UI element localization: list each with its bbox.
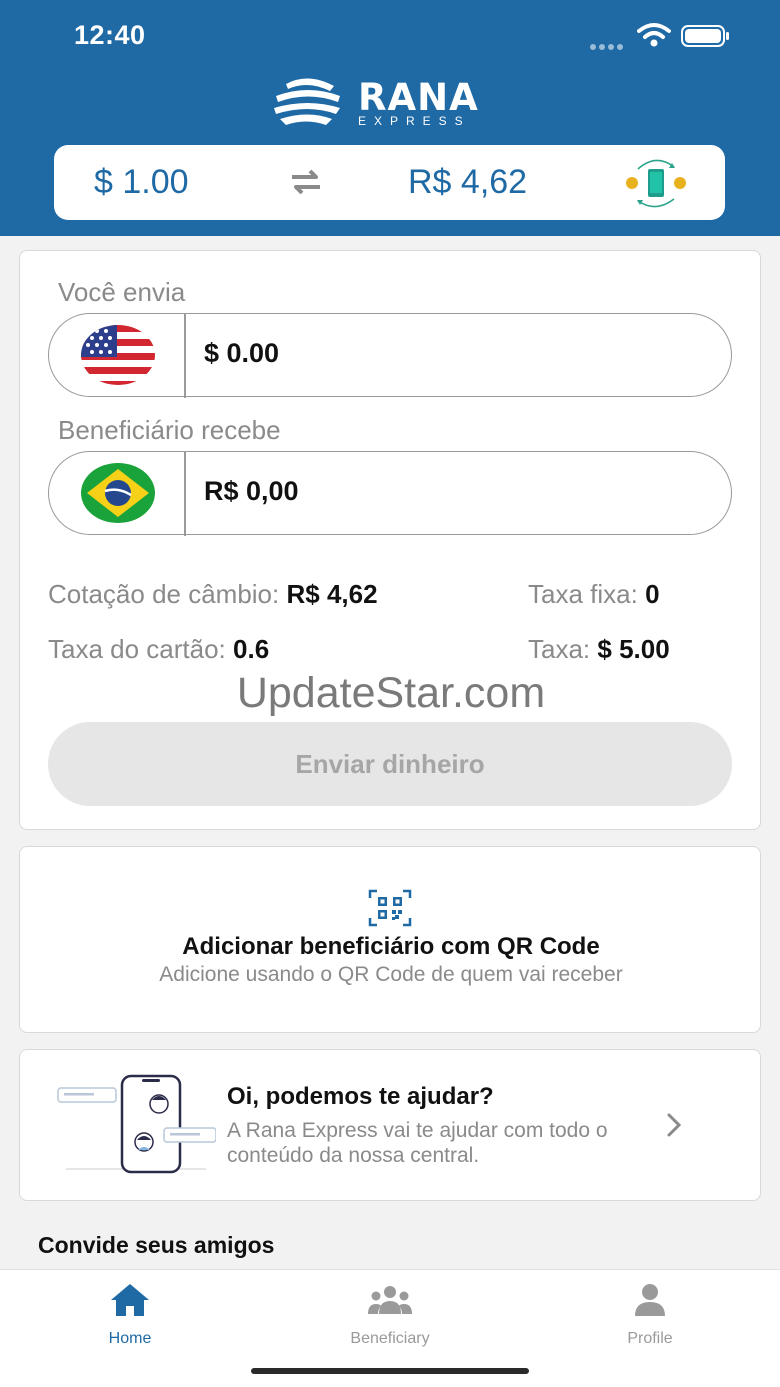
swap-icon (292, 169, 320, 195)
support-chat-illustration (57, 1074, 216, 1174)
tab-beneficiary[interactable]: Beneficiary (310, 1282, 470, 1348)
bottom-tab-bar: Home Beneficiary Profile (0, 1269, 780, 1387)
exchange-rate-bar: $ 1.00 R$ 4,62 (54, 145, 725, 220)
watermark: UpdateStar.com (236, 669, 546, 717)
qr-code-icon (368, 889, 412, 927)
invite-friends-heading: Convide seus amigos (38, 1232, 275, 1258)
card-fee-value: 0.6 (233, 634, 270, 664)
send-amount-input[interactable]: $ 0.00 (204, 338, 279, 369)
home-icon (111, 1284, 149, 1316)
qr-code-card[interactable]: Adicionar beneficiário com QR Code Adici… (19, 846, 761, 1033)
tab-beneficiary-label: Beneficiary (350, 1330, 430, 1347)
brazil-flag-icon[interactable] (81, 463, 155, 523)
battery-icon (681, 25, 729, 47)
qr-card-title: Adicionar beneficiário com QR Code (182, 933, 600, 960)
send-label: Você envia (58, 277, 186, 307)
status-time: 12:40 (74, 20, 146, 50)
qr-card-subtitle: Adicione usando o QR Code de quem vai re… (159, 963, 623, 986)
header: 12:40 RANA EXPRESS $ 1.00 R$ 4,62 (0, 0, 780, 236)
help-card-text: A Rana Express vai te ajudar com todo o … (227, 1119, 608, 1167)
send-amount-field[interactable]: $ 0.00 (48, 313, 732, 398)
tab-home[interactable]: Home (50, 1282, 210, 1348)
exchange-rate-label: Cotação de câmbio: (48, 579, 280, 609)
card-fee-info: Taxa do cartão: 0.6 (48, 634, 269, 665)
rate-to: R$ 4,62 (408, 163, 528, 201)
divider (184, 314, 186, 398)
receive-amount-input[interactable]: R$ 0,00 (204, 476, 299, 507)
card-fee-label: Taxa do cartão: (48, 634, 226, 664)
tab-profile[interactable]: Profile (570, 1282, 730, 1348)
help-card-title: Oi, podemos te ajudar? (227, 1083, 494, 1110)
signal-icon (590, 37, 630, 50)
divider (184, 452, 186, 536)
receive-amount-field[interactable]: R$ 0,00 (48, 451, 732, 536)
fee-label: Taxa: (528, 634, 591, 664)
rate-from: $ 1.00 (94, 163, 189, 201)
fee-info: Taxa: $ 5.00 (528, 634, 670, 665)
brand-name: RANA (358, 76, 479, 119)
receive-label: Beneficiário recebe (58, 415, 281, 445)
us-flag-icon[interactable] (81, 325, 155, 385)
tab-profile-label: Profile (627, 1330, 673, 1347)
phone-transfer-icon[interactable] (624, 155, 688, 211)
app-screen: 12:40 RANA EXPRESS $ 1.00 R$ 4,62 Você e… (0, 0, 780, 1387)
chevron-right-icon[interactable] (664, 1112, 684, 1138)
send-money-card: Você envia $ 0.00 Beneficiário recebe R$… (19, 250, 761, 830)
fixed-fee-value: 0 (645, 579, 660, 609)
home-indicator (251, 1368, 529, 1374)
help-card[interactable]: Oi, podemos te ajudar? A Rana Express va… (19, 1049, 761, 1201)
brand-subtitle: EXPRESS (358, 114, 471, 128)
globe-icon (274, 78, 340, 125)
fixed-fee-info: Taxa fixa: 0 (528, 579, 660, 610)
exchange-rate-value: R$ 4,62 (286, 579, 378, 609)
brand-logo: RANA EXPRESS (272, 74, 512, 132)
person-icon (635, 1284, 665, 1316)
wifi-icon (637, 23, 671, 47)
fixed-fee-label: Taxa fixa: (528, 579, 638, 609)
people-icon (368, 1286, 412, 1314)
send-money-button[interactable]: Enviar dinheiro (48, 722, 732, 806)
exchange-rate-info: Cotação de câmbio: R$ 4,62 (48, 579, 378, 610)
fee-value: $ 5.00 (597, 634, 670, 664)
tab-home-label: Home (108, 1330, 152, 1347)
